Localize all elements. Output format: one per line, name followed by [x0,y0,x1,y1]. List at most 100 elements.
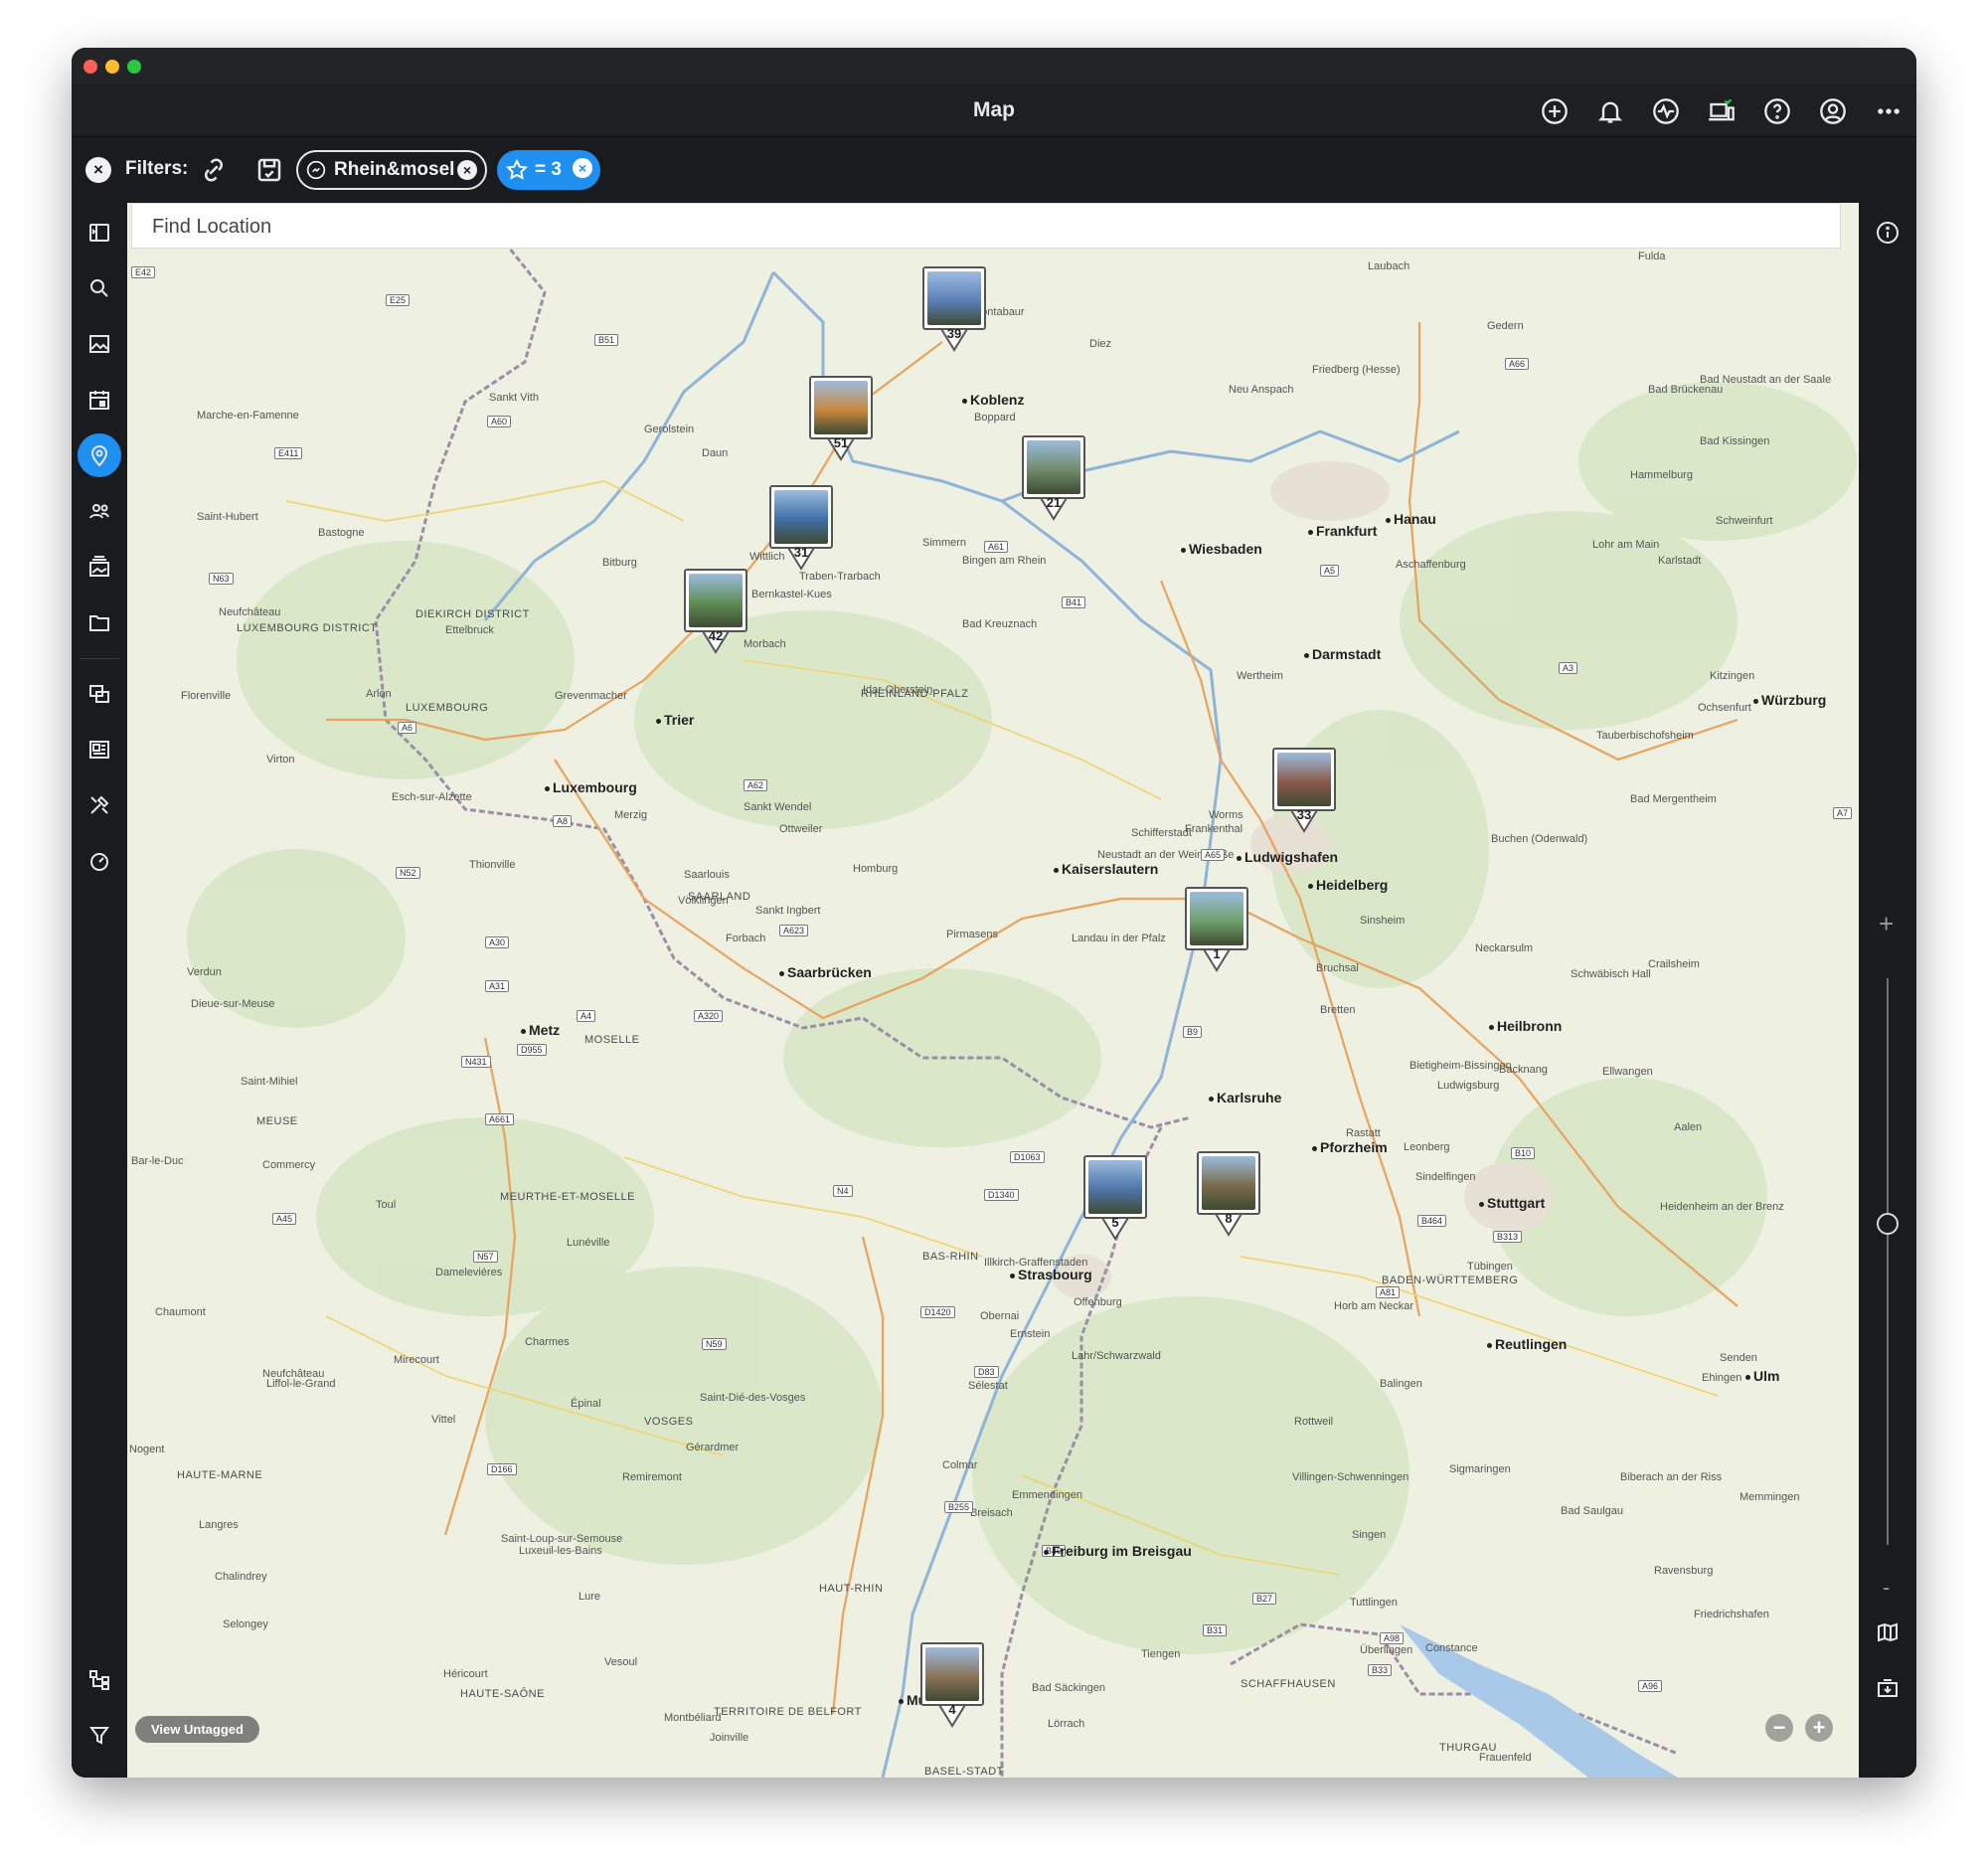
hierarchy-icon[interactable] [78,1658,121,1702]
folders-icon[interactable] [78,600,121,644]
zoom-slider-track[interactable] [1887,978,1889,1545]
rating-filter-chip[interactable]: = 3 × [497,150,600,190]
export-map-icon[interactable] [1866,1666,1909,1710]
zoom-slider-thumb[interactable] [1877,1213,1899,1235]
town-label: Colmar [942,1459,978,1471]
road-label: N52 [396,867,420,879]
road-label: D1420 [920,1306,955,1318]
cluster-thumbnail [1088,1160,1142,1214]
photos-icon[interactable] [78,322,121,366]
remove-album-filter-icon[interactable]: × [457,160,477,180]
town-label: Tübingen [1467,1261,1513,1273]
album-filter-chip[interactable]: Rhein&mosel × [296,150,487,190]
more-icon[interactable] [1871,93,1906,129]
close-window-button[interactable] [83,60,97,74]
town-label: Buchen (Odenwald) [1491,833,1588,845]
road-label: E42 [131,266,156,278]
cluster-thumbnail-frame [769,485,833,549]
town-label: Virton [266,754,295,766]
add-icon[interactable] [1537,93,1573,129]
collections-icon[interactable] [78,728,121,771]
town-label: Neu Anspach [1229,384,1294,396]
town-label: Fulda [1638,251,1666,262]
road-label: A65 [1201,849,1226,861]
town-label: Simmern [922,537,967,549]
map-zoom-in-button[interactable]: + [1805,1714,1833,1742]
road-label: N63 [209,573,234,585]
activity-icon[interactable] [1648,93,1684,129]
photo-cluster-pin[interactable]: 33 [1272,748,1336,833]
view-untagged-button[interactable]: View Untagged [135,1716,259,1743]
album-icon [306,160,326,180]
road-label: N4 [833,1185,853,1197]
photo-cluster-pin[interactable]: 8 [1197,1151,1260,1237]
photo-cluster-pin[interactable]: 39 [922,266,986,352]
town-label: Bad Neustadt an der Saale [1700,374,1832,386]
photo-cluster-pin[interactable]: 51 [809,376,873,461]
photo-cluster-pin[interactable]: 31 [769,485,833,571]
town-label: Langres [199,1519,239,1531]
bell-icon[interactable] [1592,93,1628,129]
slider-zoom-in-button[interactable]: + [1879,909,1894,939]
road-label: N57 [473,1251,498,1263]
calendar-icon[interactable] [78,378,121,422]
cluster-thumbnail-frame [684,569,747,632]
town-label: Dameleviéres [435,1267,503,1278]
town-label: Memmingen [1740,1491,1800,1503]
cluster-thumbnail-frame [920,1642,984,1706]
remove-rating-filter-icon[interactable]: × [573,158,592,178]
account-icon[interactable] [1815,93,1851,129]
right-panel: + - [1859,203,1916,1778]
city-label: Ludwigshafen [1237,849,1338,865]
cluster-count: 5 [1111,1215,1119,1230]
region-label: RHEINLAND-PFALZ [861,688,969,700]
photo-cluster-pin[interactable]: 1 [1185,887,1248,972]
devices-icon[interactable] [1704,93,1740,129]
map-style-icon[interactable] [1866,1611,1909,1654]
photo-cluster-pin[interactable]: 21 [1022,435,1085,521]
town-label: Heidenheim an der Brenz [1660,1201,1784,1213]
map-pin-icon[interactable] [78,433,121,477]
cluster-thumbnail-frame [1197,1151,1260,1215]
dashboard-icon[interactable] [78,839,121,883]
toggle-panel-icon[interactable] [78,211,121,255]
slider-zoom-out-button[interactable]: - [1883,1575,1890,1601]
help-icon[interactable] [1759,93,1795,129]
albums-icon[interactable] [78,545,121,589]
town-label: Ochsenfurt [1698,702,1751,714]
town-label: Commercy [262,1159,316,1171]
city-label: Pforzheim [1312,1139,1388,1155]
find-location-input[interactable]: Find Location [131,203,1841,249]
save-filter-icon[interactable] [254,155,284,185]
road-label: A7 [1833,807,1853,819]
duplicates-icon[interactable] [78,672,121,716]
zoom-window-button[interactable] [127,60,141,74]
road-label: B31 [1203,1624,1228,1636]
sidebar-divider [80,658,119,659]
photo-cluster-pin[interactable]: 5 [1083,1155,1147,1241]
photo-cluster-pin[interactable]: 42 [684,569,747,654]
road-label: B10 [1511,1147,1536,1159]
town-label: Offenburg [1074,1296,1122,1308]
town-label: Grevenmacher [555,690,627,702]
map-view[interactable]: Laubach Fulda Gedern Friedberg (Hesse) Neu A… [127,203,1859,1778]
search-icon[interactable] [78,266,121,310]
region-label: SCHAFFHAUSEN [1241,1678,1336,1690]
town-label: Sélestat [968,1380,1008,1392]
minimize-window-button[interactable] [105,60,119,74]
town-label: Ottweiler [779,823,823,835]
map-zoom-out-button[interactable]: − [1765,1714,1793,1742]
town-label: Gedern [1487,320,1524,332]
town-label: Schwäbisch Hall [1571,968,1651,980]
link-icon[interactable] [199,155,229,185]
cluster-count: 51 [833,435,849,450]
info-icon[interactable] [1866,211,1909,255]
town-label: Tauberbischofsheim [1596,730,1694,742]
tools-icon[interactable] [78,783,121,827]
clear-filters-button[interactable]: × [85,157,111,183]
people-icon[interactable] [78,489,121,533]
road-label: B255 [944,1501,974,1513]
photo-cluster-pin[interactable]: 4 [920,1642,984,1728]
filter-icon[interactable] [78,1714,121,1758]
town-label: Sankt Vith [489,392,539,404]
